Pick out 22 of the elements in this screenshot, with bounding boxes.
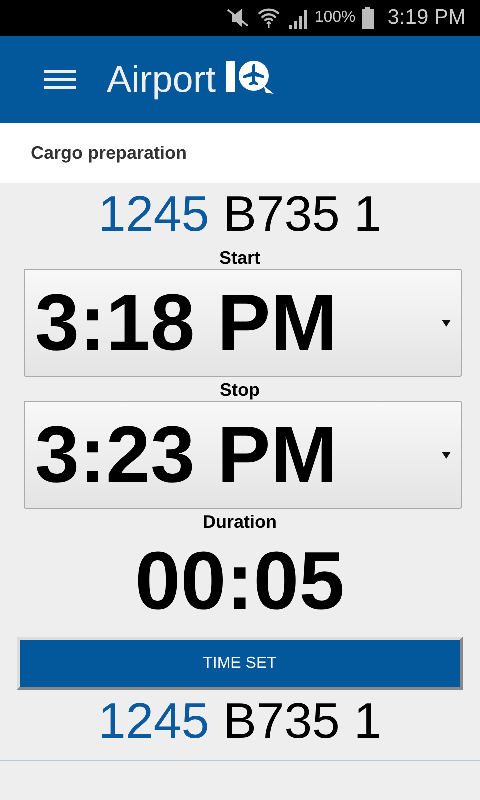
aircraft-code: B735 1 xyxy=(223,693,382,749)
clock: 3:19 PM xyxy=(388,6,466,30)
flight-number: 1245 xyxy=(98,693,210,749)
picker-label: Start xyxy=(219,247,260,269)
mute-icon xyxy=(224,8,251,28)
section-title: Cargo preparation xyxy=(31,142,188,164)
menu-icon[interactable] xyxy=(43,68,77,90)
battery-percent: 100% xyxy=(314,9,356,27)
duration-label: Duration xyxy=(203,511,277,533)
signal-icon xyxy=(286,7,309,29)
time-dropdown[interactable]: 3:23 PM xyxy=(24,401,462,509)
caret-icon xyxy=(442,452,451,458)
aircraft-code: B735 1 xyxy=(223,186,382,242)
time-set-button[interactable]: TIME SET xyxy=(17,637,463,690)
app-title: Airport xyxy=(107,58,216,100)
wifi-icon xyxy=(256,7,281,29)
flight-number: 1245 xyxy=(98,186,210,242)
picker-label: Stop xyxy=(220,379,260,401)
time-dropdown[interactable]: 3:18 PM xyxy=(24,269,462,377)
caret-icon xyxy=(442,320,451,326)
duration-value: 00:05 xyxy=(135,535,345,629)
battery-icon xyxy=(362,7,374,29)
